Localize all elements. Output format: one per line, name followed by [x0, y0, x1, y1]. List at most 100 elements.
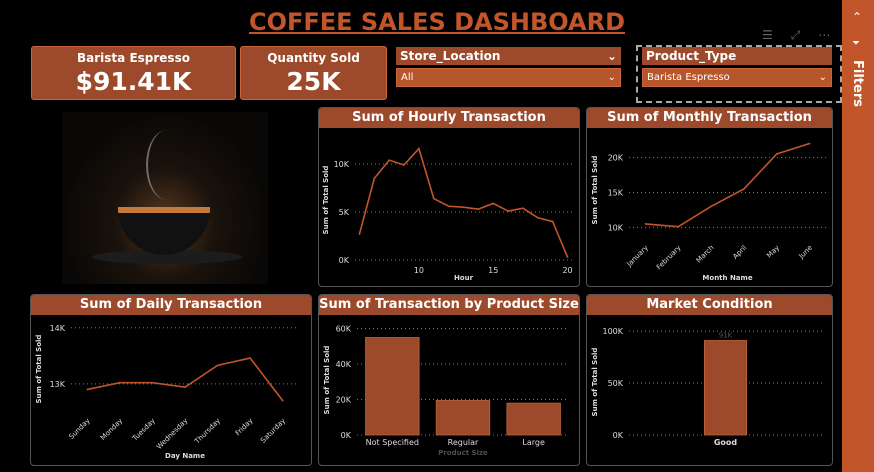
- data-point: [86, 388, 89, 391]
- data-point: [418, 147, 420, 150]
- data-point: [808, 142, 811, 145]
- y-tick-label: 0K: [339, 256, 350, 265]
- x-tick-label: Large: [522, 438, 545, 447]
- x-axis-label: Hour: [454, 274, 474, 282]
- y-tick-label: 13K: [50, 380, 66, 389]
- bar: [506, 402, 561, 436]
- y-tick-label: 20K: [608, 153, 624, 162]
- y-axis-label: Sum of Total Sold: [591, 156, 599, 225]
- x-tick-label: February: [655, 244, 683, 272]
- focus-mode-icon[interactable]: ⤢: [791, 28, 801, 43]
- y-axis-label: Sum of Total Sold: [591, 348, 599, 417]
- data-point: [492, 202, 495, 205]
- data-point: [281, 399, 284, 402]
- chart-title: Sum of Hourly Transaction: [319, 108, 579, 128]
- more-options-icon[interactable]: ⋯: [818, 28, 830, 43]
- filter-icon[interactable]: ☰: [762, 28, 773, 43]
- data-point: [447, 205, 450, 208]
- x-tick-label: May: [765, 244, 781, 260]
- data-point: [644, 223, 647, 225]
- data-point: [151, 381, 154, 384]
- daily-line-chart: 13K 14K Sum of Total Sold Day Name Sunday Mon…: [35, 324, 299, 460]
- x-tick-label: January: [625, 244, 650, 269]
- chart-title: Sum of Monthly Transaction: [587, 108, 832, 128]
- series-line: [358, 147, 569, 258]
- chart-title: Sum of Transaction by Product Size: [319, 295, 579, 315]
- y-tick-label: 0K: [613, 431, 624, 440]
- data-point: [743, 188, 745, 190]
- series-line: [645, 142, 810, 228]
- kpi-label: Barista Espresso: [77, 51, 190, 65]
- data-point: [373, 177, 376, 180]
- y-tick-label: 100K: [602, 327, 623, 336]
- filters-label: Filters: [850, 60, 865, 107]
- chevron-up-icon[interactable]: ⌃: [852, 10, 862, 24]
- y-tick-label: 10K: [334, 160, 350, 169]
- data-point: [249, 357, 251, 359]
- y-tick-label: 20K: [336, 396, 352, 405]
- bar: [365, 337, 420, 436]
- x-tick-label: April: [731, 244, 748, 261]
- data-point: [388, 159, 390, 161]
- data-point: [403, 164, 405, 166]
- x-axis-label: Day Name: [165, 452, 205, 460]
- data-point: [677, 225, 680, 228]
- kpi-card-revenue: Barista Espresso $91.41K: [31, 46, 236, 100]
- data-point: [119, 381, 121, 384]
- data-label: 91K: [719, 331, 733, 339]
- size-bar-chart: 0K 20K 40K 60K Sum of Total Sold Product Size…: [323, 325, 569, 457]
- data-point: [775, 153, 778, 155]
- data-point: [184, 386, 186, 389]
- x-tick-label: Monday: [99, 417, 124, 442]
- filter-funnel-icon[interactable]: ⏷: [852, 38, 860, 49]
- chart-title: Sum of Daily Transaction: [31, 295, 311, 315]
- y-axis-label: Sum of Total Sold: [323, 346, 331, 415]
- data-point: [462, 206, 465, 208]
- data-point: [358, 233, 361, 235]
- y-tick-label: 60K: [336, 325, 352, 334]
- y-tick-label: 5K: [339, 208, 350, 217]
- kpi-value: 25K: [286, 67, 341, 96]
- slicer-dropdown[interactable]: Barista Espresso ⌄: [642, 68, 832, 87]
- x-axis-label: Month Name: [702, 274, 752, 282]
- x-tick-label: Thursday: [193, 417, 222, 446]
- kpi-value: $91.41K: [75, 67, 192, 96]
- chevron-down-icon[interactable]: ⌄: [607, 49, 617, 63]
- x-tick-label: March: [695, 244, 716, 265]
- slicer-dropdown[interactable]: All ⌄: [396, 68, 621, 87]
- x-axis-label: Product Size: [438, 449, 488, 457]
- data-point: [566, 256, 569, 258]
- product-type-slicer[interactable]: Product_Type Barista Espresso ⌄: [642, 47, 832, 87]
- data-point: [507, 210, 509, 212]
- slicer-value: All: [401, 72, 414, 83]
- data-point: [537, 216, 539, 219]
- cup-shape: [118, 207, 210, 255]
- chevron-down-icon: ⌄: [818, 72, 827, 83]
- x-tick-label: Good: [714, 438, 738, 447]
- kpi-label: Quantity Sold: [267, 51, 360, 65]
- bar: [435, 400, 491, 436]
- coffee-cup-image: [62, 112, 268, 284]
- hourly-line-chart: 0K 5K 10K Sum of Total Sold Hour 10 15 20: [322, 147, 573, 282]
- size-chart-panel[interactable]: Sum of Transaction by Product Size 0K 20K…: [318, 294, 580, 466]
- x-tick-label: Sunday: [68, 417, 92, 441]
- slicer-value: Barista Espresso: [647, 72, 730, 83]
- x-tick-label: Friday: [234, 417, 255, 438]
- x-tick-label: 20: [562, 266, 572, 275]
- data-point: [710, 205, 712, 208]
- y-tick-label: 0K: [341, 431, 352, 440]
- y-tick-label: 14K: [50, 324, 66, 333]
- x-tick-label: Saturday: [259, 417, 287, 445]
- y-tick-label: 40K: [336, 360, 352, 369]
- x-tick-label: 10: [414, 266, 424, 275]
- x-tick-label: June: [797, 244, 814, 261]
- x-tick-label: Regular: [448, 438, 479, 447]
- market-chart-panel[interactable]: Market Condition 0K 50K 100K Sum of Total S…: [586, 294, 833, 466]
- monthly-chart-panel[interactable]: Sum of Monthly Transaction 10K 15K 20K Sum …: [586, 107, 833, 287]
- chevron-down-icon: ⌄: [607, 72, 616, 83]
- daily-chart-panel[interactable]: Sum of Daily Transaction 13K 14K Sum of To…: [30, 294, 312, 466]
- bar: [703, 340, 748, 436]
- filters-pane[interactable]: ⌃ ⏷ Filters: [842, 0, 874, 472]
- store-location-slicer[interactable]: Store_Location ⌄ All ⌄: [396, 47, 621, 87]
- hourly-chart-panel[interactable]: Sum of Hourly Transaction 0K 5K 10K Sum of …: [318, 107, 580, 287]
